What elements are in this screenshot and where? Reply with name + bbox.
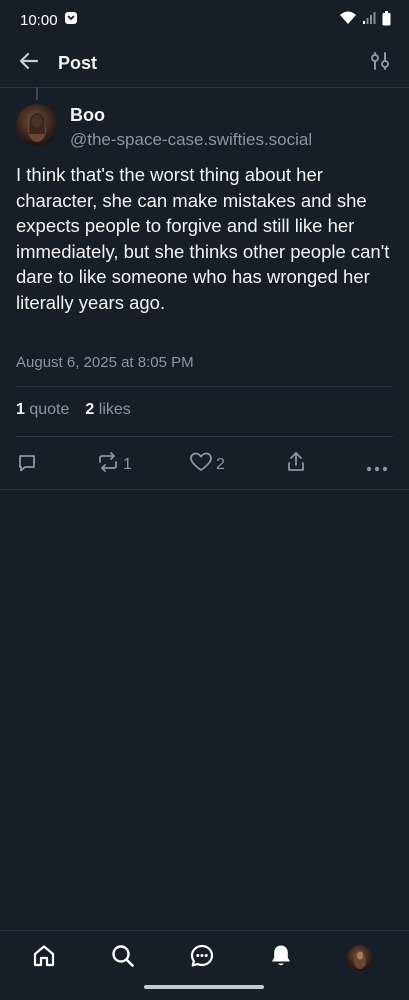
wifi-icon <box>340 11 356 29</box>
heart-icon <box>190 452 212 477</box>
app-header: Post <box>0 40 409 86</box>
thread-line <box>36 87 38 100</box>
author-info[interactable]: Boo @the-space-case.swifties.social <box>70 105 312 150</box>
stats-bottom-divider <box>16 436 393 437</box>
status-bar: 10:00 <box>0 0 409 40</box>
repost-icon <box>97 452 119 477</box>
battery-icon <box>382 10 391 30</box>
stats-top-divider <box>16 386 393 387</box>
nav-profile[interactable] <box>343 941 377 975</box>
header-divider <box>0 87 409 88</box>
author-handle[interactable]: @the-space-case.swifties.social <box>70 130 312 150</box>
status-time: 10:00 <box>20 11 58 29</box>
repost-count: 1 <box>123 455 132 473</box>
nav-search[interactable] <box>106 941 140 975</box>
more-icon <box>366 459 388 477</box>
reply-button[interactable] <box>17 453 37 478</box>
nav-notifications[interactable] <box>264 941 298 975</box>
likes-count: 2 <box>85 401 95 418</box>
like-count: 2 <box>216 455 225 473</box>
back-arrow-icon[interactable] <box>18 50 40 77</box>
likes-label: likes <box>98 401 131 418</box>
signal-icon <box>362 11 376 29</box>
notification-icon <box>64 11 78 29</box>
search-icon <box>110 943 136 974</box>
filter-settings-icon[interactable] <box>369 50 391 77</box>
likes-stat[interactable]: 2 likes <box>85 401 130 419</box>
like-button[interactable]: 2 <box>190 452 225 477</box>
share-button[interactable] <box>286 451 306 478</box>
home-indicator[interactable] <box>144 985 264 989</box>
chat-icon <box>189 943 215 974</box>
author-avatar[interactable] <box>16 104 58 146</box>
quotes-count: 1 <box>16 401 25 418</box>
quotes-stat[interactable]: 1 quote <box>16 401 69 419</box>
profile-avatar <box>347 945 373 971</box>
nav-home[interactable] <box>27 941 61 975</box>
repost-button[interactable]: 1 <box>97 452 132 477</box>
author-name[interactable]: Boo <box>70 105 312 126</box>
post-stats: 1 quote 2 likes <box>16 401 131 419</box>
post-timestamp: August 6, 2025 at 8:05 PM <box>16 354 194 371</box>
share-icon <box>286 451 306 478</box>
notifications-icon <box>268 943 294 974</box>
page-title: Post <box>58 52 98 73</box>
home-icon <box>31 943 57 974</box>
reply-icon <box>17 453 37 478</box>
more-options-button[interactable] <box>366 459 388 477</box>
nav-chat[interactable] <box>185 941 219 975</box>
post-actions: 1 2 <box>0 447 409 479</box>
quotes-label: quote <box>29 401 70 418</box>
bottom-nav <box>0 930 409 1000</box>
post-text: I think that's the worst thing about her… <box>16 164 390 313</box>
post-bottom-divider <box>0 489 409 490</box>
